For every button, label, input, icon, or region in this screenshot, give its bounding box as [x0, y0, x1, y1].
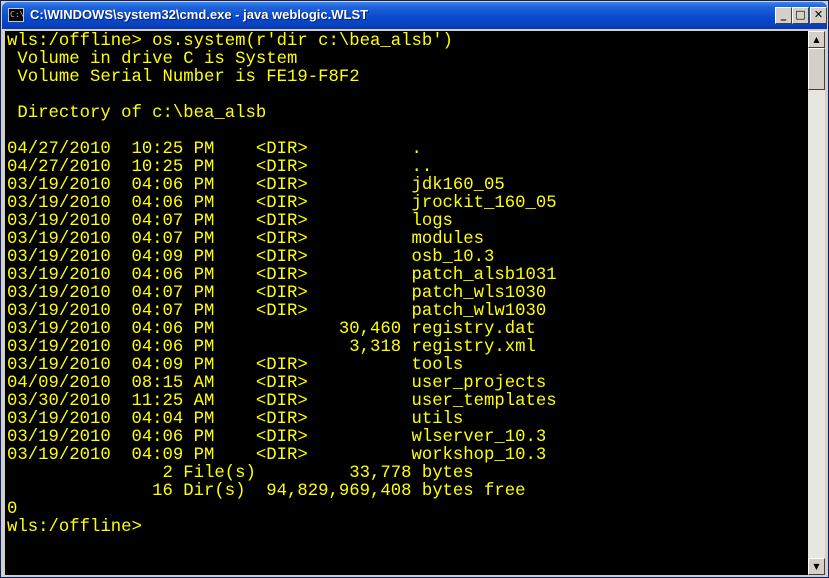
- console-line: 03/30/2010 11:25 AM <DIR> user_templates: [7, 392, 557, 411]
- console-line: 04/09/2010 08:15 AM <DIR> user_projects: [7, 374, 547, 393]
- console-line: 0: [7, 500, 18, 519]
- console-line: 03/19/2010 04:09 PM <DIR> workshop_10.3: [7, 446, 547, 465]
- cmd-icon[interactable]: C:\: [8, 8, 24, 22]
- console-line: 03/19/2010 04:06 PM 30,460 registry.dat: [7, 320, 536, 339]
- console-lines: wls:/offline> os.system(r'dir c:\bea_als…: [7, 33, 557, 537]
- title-bar[interactable]: C:\ C:\WINDOWS\system32\cmd.exe - java w…: [2, 2, 827, 29]
- console-line: Volume Serial Number is FE19-F8F2: [7, 68, 360, 87]
- console-line: Directory of c:\bea_alsb: [7, 104, 267, 123]
- scroll-down-arrow-icon[interactable]: ▼: [808, 558, 825, 575]
- console-line: 03/19/2010 04:07 PM <DIR> patch_wls1030: [7, 284, 547, 303]
- console-line: 04/27/2010 10:25 PM <DIR> .: [7, 140, 422, 159]
- close-button[interactable]: ✕: [810, 7, 827, 24]
- console-line: 03/19/2010 04:06 PM <DIR> patch_alsb1031: [7, 266, 557, 285]
- console-line: 03/19/2010 04:07 PM <DIR> logs: [7, 212, 453, 231]
- console-window: C:\ C:\WINDOWS\system32\cmd.exe - java w…: [0, 0, 829, 578]
- console-line: 2 File(s) 33,778 bytes: [7, 464, 474, 483]
- console-line: 03/19/2010 04:06 PM <DIR> wlserver_10.3: [7, 428, 547, 447]
- console-line: 03/19/2010 04:07 PM <DIR> modules: [7, 230, 485, 249]
- console-line: 04/27/2010 10:25 PM <DIR> ..: [7, 158, 433, 177]
- console-line: wls:/offline> os.system(r'dir c:\bea_als…: [7, 32, 453, 51]
- console-line: 03/19/2010 04:06 PM <DIR> jrockit_160_05: [7, 194, 557, 213]
- scroll-up-arrow-icon[interactable]: ▲: [808, 31, 825, 48]
- minimize-button[interactable]: _: [775, 7, 792, 24]
- console-line: 03/19/2010 04:09 PM <DIR> osb_10.3: [7, 248, 495, 267]
- console-line: 03/19/2010 04:09 PM <DIR> tools: [7, 356, 464, 375]
- console-line: 03/19/2010 04:07 PM <DIR> patch_wlw1030: [7, 302, 547, 321]
- console-line: 16 Dir(s) 94,829,969,408 bytes free: [7, 482, 526, 501]
- vertical-scrollbar[interactable]: ▲ ▼: [808, 31, 825, 575]
- console-line: 03/19/2010 04:06 PM <DIR> jdk160_05: [7, 176, 505, 195]
- scroll-thumb[interactable]: [808, 48, 825, 90]
- maximize-button[interactable]: □: [792, 7, 809, 24]
- console-line: 03/19/2010 04:04 PM <DIR> utils: [7, 410, 464, 429]
- console-line: 03/19/2010 04:06 PM 3,318 registry.xml: [7, 338, 536, 357]
- console-line: wls:/offline>: [7, 518, 153, 537]
- console-output[interactable]: wls:/offline> os.system(r'dir c:\bea_als…: [5, 31, 808, 575]
- console-line: Volume in drive C is System: [7, 50, 298, 69]
- window-title: C:\WINDOWS\system32\cmd.exe - java weblo…: [30, 7, 369, 22]
